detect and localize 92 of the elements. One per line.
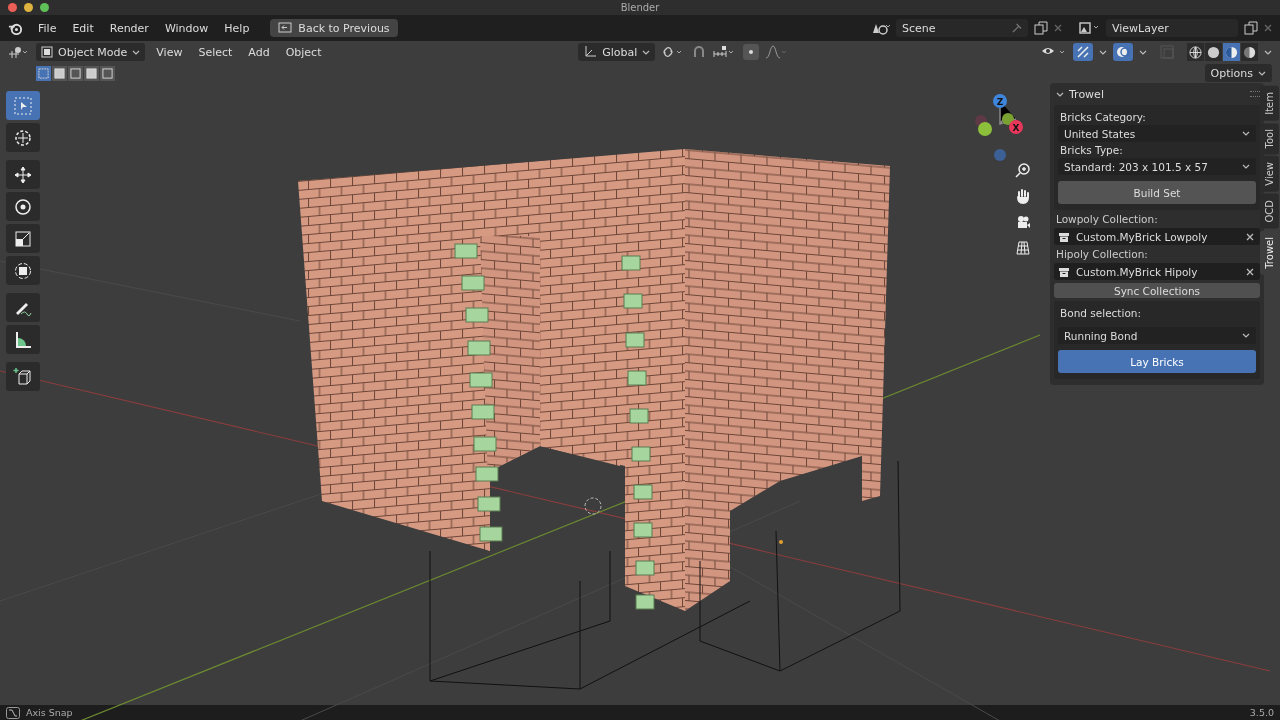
proportional-edit-icon[interactable] bbox=[743, 44, 760, 60]
sidebar-tab[interactable]: View bbox=[1260, 156, 1279, 192]
menu-item[interactable]: Window bbox=[159, 21, 214, 35]
chevron-down-icon bbox=[1139, 49, 1147, 55]
chevron-down-icon bbox=[1056, 91, 1064, 97]
pin-icon[interactable] bbox=[1011, 22, 1022, 34]
menu-item[interactable]: Help bbox=[219, 21, 255, 35]
collection-icon bbox=[1058, 230, 1070, 243]
chevron-down-icon bbox=[132, 49, 141, 55]
origin-dot-icon bbox=[779, 540, 783, 544]
version-label: 3.5.0 bbox=[1249, 707, 1274, 718]
menu-item[interactable]: File bbox=[33, 21, 62, 35]
sync-collections-button[interactable]: Sync Collections bbox=[1054, 283, 1260, 298]
options-dropdown[interactable]: Options bbox=[1204, 64, 1272, 82]
editor-type-icon[interactable] bbox=[8, 45, 30, 59]
select-mode-button[interactable] bbox=[52, 65, 67, 81]
build-set-button[interactable]: Build Set bbox=[1058, 181, 1256, 204]
bond-dropdown[interactable]: Running Bond bbox=[1058, 327, 1256, 344]
scale-tool[interactable] bbox=[6, 224, 40, 253]
field-label: Hipoly Collection: bbox=[1055, 248, 1149, 260]
panel-header[interactable]: Trowel bbox=[1054, 87, 1104, 101]
menu-item[interactable]: Render bbox=[104, 21, 154, 35]
minimize-window-icon[interactable] bbox=[24, 3, 33, 12]
image-layers-icon[interactable] bbox=[1078, 21, 1100, 35]
back-to-previous-button[interactable]: Back to Previous bbox=[270, 19, 398, 37]
lay-bricks-button[interactable]: Lay Bricks bbox=[1058, 350, 1256, 373]
cursor-tool[interactable] bbox=[6, 123, 40, 152]
select-mode-button[interactable] bbox=[84, 65, 99, 81]
material-shading-button[interactable] bbox=[1223, 43, 1240, 61]
menu-item[interactable]: Object bbox=[280, 45, 327, 59]
crosshair-circle-icon bbox=[13, 127, 33, 148]
menu-item[interactable]: Edit bbox=[67, 21, 99, 35]
axes-icon bbox=[583, 45, 598, 59]
chevron-down-icon bbox=[1242, 131, 1250, 136]
field-label: Lowpoly Collection: bbox=[1055, 213, 1159, 225]
four-arrows-icon bbox=[13, 164, 33, 185]
wireframe-shading-button[interactable] bbox=[1187, 43, 1204, 61]
screen-back-icon bbox=[278, 22, 293, 34]
cube-plus-icon bbox=[13, 366, 33, 387]
window-title: Blender bbox=[620, 2, 660, 13]
select-mode-button[interactable] bbox=[100, 65, 115, 81]
menu-item[interactable]: View bbox=[151, 45, 188, 59]
sidebar-tab[interactable]: Item bbox=[1260, 86, 1279, 121]
menu-item[interactable]: Add bbox=[243, 45, 275, 59]
lowpoly-collection-field[interactable]: Custom.MyBrick Lowpoly bbox=[1054, 228, 1260, 245]
square-circle-icon bbox=[13, 260, 33, 281]
overlays-toggle[interactable] bbox=[1113, 43, 1133, 61]
chevron-down-icon bbox=[1264, 49, 1272, 55]
transform-tool[interactable] bbox=[6, 256, 40, 285]
circle-arrows-icon bbox=[13, 196, 33, 217]
solid-shading-button[interactable] bbox=[1205, 43, 1222, 61]
select-mode-button[interactable] bbox=[68, 65, 83, 81]
maximize-window-icon[interactable] bbox=[40, 3, 49, 12]
field-label: Bricks Category: bbox=[1059, 111, 1147, 123]
chevron-down-icon bbox=[1258, 70, 1266, 76]
orientation-dropdown[interactable]: Global bbox=[578, 43, 656, 61]
axis-gizmo[interactable]: Z X bbox=[970, 89, 1030, 164]
mouse-hint-icon bbox=[6, 706, 20, 719]
measure-tool[interactable] bbox=[6, 325, 40, 354]
view-layer-field[interactable]: ViewLayer bbox=[1106, 19, 1238, 37]
object-mode-dropdown[interactable]: Object Mode bbox=[36, 43, 146, 61]
select-mode-button[interactable] bbox=[36, 65, 51, 81]
duplicate-icon[interactable] bbox=[1034, 21, 1048, 35]
field-label: Bricks Type: bbox=[1059, 144, 1124, 156]
chevron-down-icon bbox=[1242, 333, 1250, 338]
collection-icon bbox=[1058, 265, 1070, 278]
gizmo-toggle[interactable] bbox=[1073, 43, 1093, 61]
duplicate-icon[interactable] bbox=[1244, 21, 1258, 35]
chevron-down-icon bbox=[1099, 49, 1107, 55]
menu-item[interactable]: Select bbox=[193, 45, 238, 59]
rendered-shading-button[interactable] bbox=[1241, 43, 1258, 61]
hipoly-collection-field[interactable]: Custom.MyBrick Hipoly bbox=[1054, 263, 1260, 280]
annotate-tool[interactable] bbox=[6, 293, 40, 322]
bricks-type-dropdown[interactable]: Standard: 203 x 101.5 x 57 bbox=[1058, 158, 1256, 175]
sidebar-tab[interactable]: Tool bbox=[1260, 122, 1279, 155]
rotate-tool[interactable] bbox=[6, 192, 40, 221]
field-label: Bond selection: bbox=[1059, 307, 1143, 319]
ruler-angle-icon bbox=[13, 329, 33, 350]
add-cube-tool[interactable] bbox=[6, 362, 40, 391]
object-icon bbox=[41, 46, 53, 58]
close-icon[interactable] bbox=[1246, 232, 1254, 241]
scene-field[interactable]: Scene bbox=[896, 19, 1028, 37]
move-tool[interactable] bbox=[6, 160, 40, 189]
3d-cursor-icon[interactable] bbox=[584, 497, 602, 515]
close-window-icon[interactable] bbox=[8, 3, 17, 12]
bricks-category-dropdown[interactable]: United States bbox=[1058, 125, 1256, 142]
chevron-down-icon bbox=[642, 49, 651, 55]
sidebar-tab[interactable]: OCD bbox=[1260, 193, 1279, 229]
status-hint: Axis Snap bbox=[26, 707, 73, 718]
scale-square-icon bbox=[13, 228, 33, 249]
chevron-down-icon bbox=[1242, 164, 1250, 169]
close-icon[interactable] bbox=[1246, 267, 1254, 276]
